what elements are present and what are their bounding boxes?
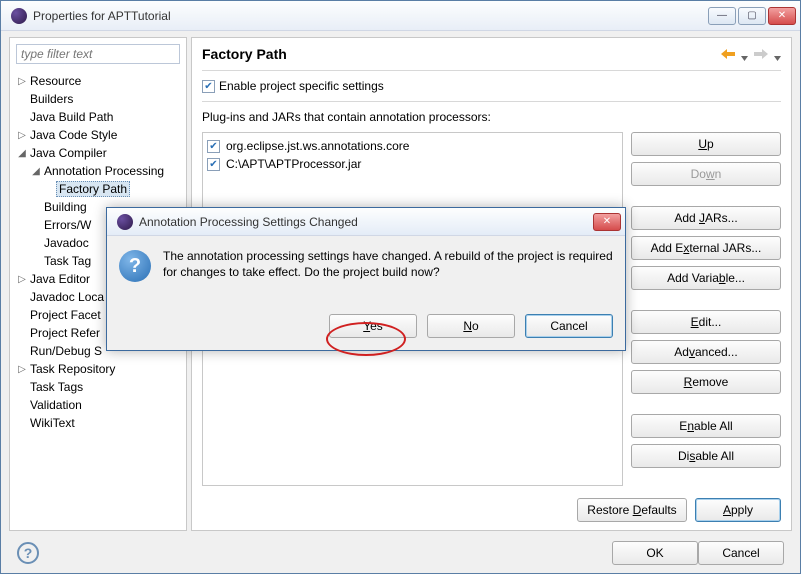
list-item[interactable]: ✔ org.eclipse.jst.ws.annotations.core bbox=[207, 137, 618, 155]
tree-item[interactable]: Task Tags bbox=[10, 378, 186, 396]
help-icon[interactable]: ? bbox=[17, 542, 39, 564]
checkbox-icon: ✔ bbox=[202, 80, 215, 93]
twisty-icon: ▷ bbox=[16, 130, 28, 141]
tree-item[interactable]: Validation bbox=[10, 396, 186, 414]
tree-item-label: Resource bbox=[28, 74, 81, 88]
tree-item-label: Project Facet bbox=[28, 308, 101, 322]
question-icon: ? bbox=[119, 250, 151, 282]
tree-item-label: Validation bbox=[28, 398, 82, 412]
twisty-icon: ▷ bbox=[16, 76, 28, 87]
maximize-button[interactable]: ▢ bbox=[738, 7, 766, 25]
dialog-close-button[interactable]: ✕ bbox=[593, 213, 621, 231]
nav-arrows bbox=[721, 47, 781, 61]
advanced-button[interactable]: Advanced... bbox=[631, 340, 781, 364]
forward-icon bbox=[754, 47, 768, 61]
cancel-button[interactable]: Cancel bbox=[698, 541, 784, 565]
tree-item-label: Task Repository bbox=[28, 362, 115, 376]
tree-item-label: Annotation Processing bbox=[42, 164, 164, 178]
tree-item-label: Java Compiler bbox=[28, 146, 107, 160]
list-item-label: C:\APT\APTProcessor.jar bbox=[226, 157, 361, 171]
checkbox-icon[interactable]: ✔ bbox=[207, 140, 220, 153]
back-menu-icon[interactable] bbox=[741, 51, 748, 58]
tree-item[interactable]: Java Build Path bbox=[10, 108, 186, 126]
edit-button[interactable]: Edit... bbox=[631, 310, 781, 334]
titlebar[interactable]: Properties for APTTutorial — ▢ ✕ bbox=[1, 1, 800, 31]
rebuild-dialog: Annotation Processing Settings Changed ✕… bbox=[106, 207, 626, 351]
tree-item-label: Factory Path bbox=[56, 181, 130, 197]
add-external-jars-button[interactable]: Add External JARs... bbox=[631, 236, 781, 260]
close-button[interactable]: ✕ bbox=[768, 7, 796, 25]
tree-item-label: WikiText bbox=[28, 416, 75, 430]
tree-item-label: Errors/W bbox=[42, 218, 91, 232]
tree-item[interactable]: ▷Resource bbox=[10, 72, 186, 90]
restore-defaults-button[interactable]: Restore Defaults bbox=[577, 498, 687, 522]
list-item-label: org.eclipse.jst.ws.annotations.core bbox=[226, 139, 409, 153]
filter-input[interactable] bbox=[16, 44, 180, 64]
tree-item-label: Java Editor bbox=[28, 272, 90, 286]
forward-menu-icon[interactable] bbox=[774, 51, 781, 58]
tree-item[interactable]: WikiText bbox=[10, 414, 186, 432]
tree-item-label: Java Build Path bbox=[28, 110, 113, 124]
ok-button[interactable]: OK bbox=[612, 541, 698, 565]
down-button: Down bbox=[631, 162, 781, 186]
up-button[interactable]: Up bbox=[631, 132, 781, 156]
tree-item-label: Project Refer bbox=[28, 326, 100, 340]
enable-specific-checkbox[interactable]: ✔ Enable project specific settings bbox=[202, 79, 781, 93]
yes-button[interactable]: Yes bbox=[329, 314, 417, 338]
add-variable-button[interactable]: Add Variable... bbox=[631, 266, 781, 290]
tree-item[interactable]: ◢Java Compiler bbox=[10, 144, 186, 162]
tree-item-label: Javadoc bbox=[42, 236, 89, 250]
dialog-cancel-button[interactable]: Cancel bbox=[525, 314, 613, 338]
checkbox-icon[interactable]: ✔ bbox=[207, 158, 220, 171]
remove-button[interactable]: Remove bbox=[631, 370, 781, 394]
disable-all-button[interactable]: Disable All bbox=[631, 444, 781, 468]
twisty-icon: ▷ bbox=[16, 364, 28, 375]
enable-all-button[interactable]: Enable All bbox=[631, 414, 781, 438]
plugins-list-label: Plug-ins and JARs that contain annotatio… bbox=[202, 110, 781, 124]
twisty-icon: ◢ bbox=[16, 148, 28, 159]
tree-item-label: Task Tags bbox=[28, 380, 83, 394]
tree-item-label: Task Tag bbox=[42, 254, 91, 268]
tree-item-label: Javadoc Loca bbox=[28, 290, 104, 304]
window-title: Properties for APTTutorial bbox=[33, 9, 708, 23]
twisty-icon: ◢ bbox=[30, 166, 42, 177]
tree-item-label: Builders bbox=[28, 92, 73, 106]
dialog-title: Annotation Processing Settings Changed bbox=[139, 215, 593, 229]
list-item[interactable]: ✔ C:\APT\APTProcessor.jar bbox=[207, 155, 618, 173]
enable-specific-label: Enable project specific settings bbox=[219, 79, 384, 93]
tree-item[interactable]: ◢Annotation Processing bbox=[10, 162, 186, 180]
tree-item[interactable]: ▷Java Code Style bbox=[10, 126, 186, 144]
tree-item-label: Run/Debug S bbox=[28, 344, 102, 358]
apply-button[interactable]: Apply bbox=[695, 498, 781, 522]
page-title: Factory Path bbox=[202, 46, 721, 62]
tree-item-label: Building bbox=[42, 200, 87, 214]
minimize-button[interactable]: — bbox=[708, 7, 736, 25]
no-button[interactable]: No bbox=[427, 314, 515, 338]
tree-item[interactable]: Factory Path bbox=[10, 180, 186, 198]
back-icon[interactable] bbox=[721, 47, 735, 61]
eclipse-icon bbox=[11, 8, 27, 24]
tree-item-label: Java Code Style bbox=[28, 128, 117, 142]
add-jars-button[interactable]: Add JARs... bbox=[631, 206, 781, 230]
twisty-icon: ▷ bbox=[16, 274, 28, 285]
eclipse-icon bbox=[117, 214, 133, 230]
dialog-titlebar[interactable]: Annotation Processing Settings Changed ✕ bbox=[107, 208, 625, 236]
tree-item[interactable]: ▷Task Repository bbox=[10, 360, 186, 378]
tree-item[interactable]: Builders bbox=[10, 90, 186, 108]
dialog-message: The annotation processing settings have … bbox=[163, 248, 613, 306]
